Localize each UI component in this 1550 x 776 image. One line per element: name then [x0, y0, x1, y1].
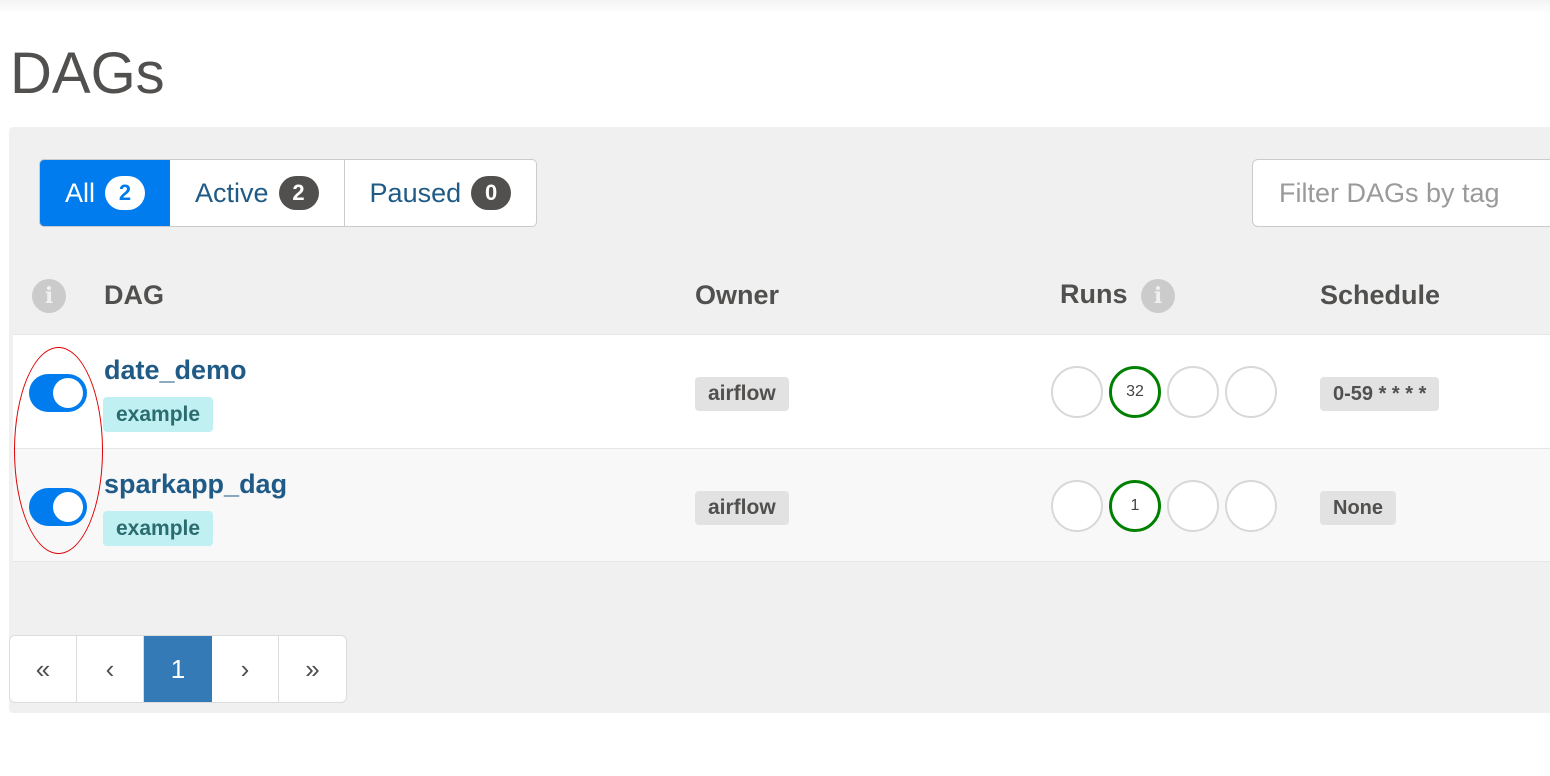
run-circle-running[interactable]: [1167, 366, 1219, 418]
toggle-knob: [53, 492, 83, 522]
owner-badge[interactable]: airflow: [695, 491, 789, 525]
table-row: date_demo example airflow 32 0-59 * * * …: [13, 334, 1550, 448]
runs-status: 1: [1051, 480, 1277, 532]
run-circle-failed[interactable]: [1225, 480, 1277, 532]
filter-all-button[interactable]: All 2: [40, 160, 171, 226]
owner-badge[interactable]: airflow: [695, 377, 789, 411]
filter-all-count: 2: [105, 176, 146, 210]
run-circle-failed[interactable]: [1225, 366, 1277, 418]
info-icon[interactable]: i: [32, 279, 66, 313]
column-header-schedule: Schedule: [1320, 280, 1441, 310]
pagination-prev[interactable]: ‹: [77, 636, 144, 702]
column-header-runs: Runs: [1060, 279, 1128, 309]
pagination: « ‹ 1 › »: [9, 635, 347, 703]
runs-status: 32: [1051, 366, 1277, 418]
filter-paused-button[interactable]: Paused 0: [345, 160, 537, 226]
table-row: sparkapp_dag example airflow 1 None: [13, 448, 1550, 562]
run-circle-running[interactable]: [1167, 480, 1219, 532]
pagination-first[interactable]: «: [10, 636, 77, 702]
schedule-badge: 0-59 * * * *: [1320, 377, 1440, 411]
dag-pause-toggle[interactable]: [29, 374, 87, 412]
filter-paused-label: Paused: [369, 177, 462, 208]
filter-paused-count: 0: [471, 176, 512, 210]
column-header-dag[interactable]: DAG: [104, 280, 164, 311]
column-header-owner[interactable]: Owner: [695, 280, 779, 311]
run-circle-success[interactable]: 32: [1109, 366, 1161, 418]
dag-link[interactable]: date_demo: [104, 355, 247, 386]
tag-filter-input[interactable]: [1252, 159, 1550, 227]
pagination-last[interactable]: »: [279, 636, 346, 702]
status-filter-group: All 2 Active 2 Paused 0: [39, 159, 538, 227]
pagination-next[interactable]: ›: [212, 636, 279, 702]
run-circle-queued[interactable]: [1051, 366, 1103, 418]
filter-active-label: Active: [195, 177, 269, 208]
top-nav-shadow: [0, 0, 1550, 14]
dag-tag[interactable]: example: [103, 511, 214, 546]
toggle-knob: [53, 378, 83, 408]
schedule-badge: None: [1320, 491, 1396, 525]
runs-info-icon[interactable]: i: [1141, 279, 1175, 313]
dag-link[interactable]: sparkapp_dag: [104, 469, 287, 500]
run-circle-success[interactable]: 1: [1109, 480, 1161, 532]
filter-active-count: 2: [278, 176, 319, 210]
pagination-page-current[interactable]: 1: [144, 636, 212, 702]
run-circle-queued[interactable]: [1051, 480, 1103, 532]
filter-active-button[interactable]: Active 2: [170, 160, 345, 226]
filter-all-label: All: [65, 177, 96, 208]
page-title: DAGs: [10, 41, 165, 106]
dag-tag[interactable]: example: [103, 397, 214, 432]
dag-pause-toggle[interactable]: [29, 488, 87, 526]
